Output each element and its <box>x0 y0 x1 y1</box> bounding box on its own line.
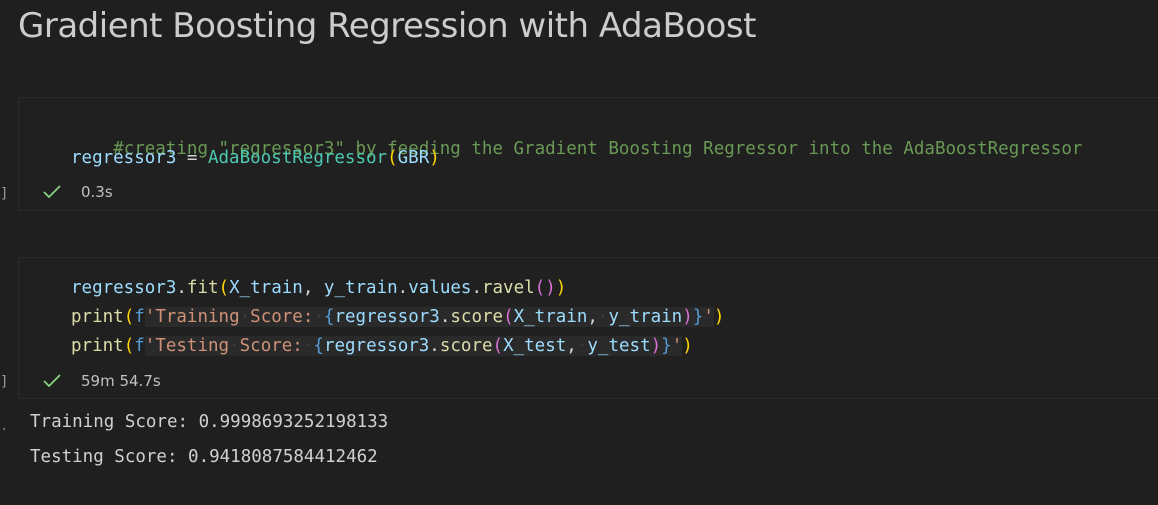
paren-token: () <box>534 278 556 298</box>
variable-token: regressor3 <box>71 278 177 298</box>
argument-token: y_train <box>323 278 398 298</box>
paren-token: ) <box>713 307 725 327</box>
operator-token: = <box>176 148 208 168</box>
comma-token: , <box>566 336 577 356</box>
paren-token: ) <box>650 336 662 356</box>
string-token: ' <box>703 307 714 327</box>
argument-token: GBR <box>397 148 430 168</box>
method-token: fit <box>186 278 219 298</box>
comma-token: , <box>587 307 598 327</box>
paren-token: ) <box>682 307 693 327</box>
code-line-assignment[interactable]: regressor3 = AdaBoostRegressor(GBR) <box>71 148 440 168</box>
paren-token: ( <box>387 148 398 168</box>
execution-time: 0.3s <box>81 183 113 201</box>
output-line-testing-score: Testing Score: 0.9418087584412462 <box>30 447 378 467</box>
argument-token: X_train <box>513 307 588 327</box>
argument-token: y_train <box>608 307 683 327</box>
dot-token: . <box>439 307 451 327</box>
variable-token: regressor3 <box>334 307 440 327</box>
argument-token: X_test <box>503 336 567 356</box>
cell-2-execution-bracket: ] <box>0 374 9 390</box>
dot-token: . <box>429 336 440 356</box>
cell-2-status: 59m 54.7s <box>43 372 161 390</box>
code-cell-1[interactable]: #creating "regressor3" by feeding the Gr… <box>18 97 1158 211</box>
variable-token: regressor3 <box>71 148 177 168</box>
code-cell-2[interactable]: regressor3.fit(X_train, y_train.values.r… <box>18 257 1158 399</box>
code-line-fit[interactable]: regressor3.fit(X_train, y_train.values.r… <box>71 278 566 298</box>
check-icon <box>43 374 61 388</box>
check-icon <box>43 185 61 199</box>
string-token: Score: <box>250 307 314 327</box>
brace-token: } <box>692 307 704 327</box>
comma-token: , <box>302 278 324 298</box>
method-token: score <box>450 307 504 327</box>
argument-token: y_test <box>587 336 651 356</box>
variable-token: regressor3 <box>323 336 430 356</box>
function-token: print <box>71 307 124 327</box>
dot-token: . <box>471 278 482 298</box>
code-line-print-testing[interactable]: print(f'Testing·Score:·{regressor3.score… <box>71 336 693 356</box>
paren-token: ) <box>682 336 693 356</box>
paren-token: ) <box>555 278 567 298</box>
fstring-prefix-token: f <box>134 336 145 356</box>
cell-1-execution-bracket: ] <box>0 186 9 202</box>
argument-token: X_train <box>229 278 303 298</box>
string-token: Score: <box>239 336 303 356</box>
paren-token: ( <box>503 307 514 327</box>
string-token: 'Training <box>144 307 240 327</box>
cell-1-status: 0.3s <box>43 183 113 201</box>
output-marker: . <box>0 418 9 434</box>
paren-token: ( <box>218 278 230 298</box>
output-line-training-score: Training Score: 0.9998693252198133 <box>30 412 389 432</box>
paren-token: ( <box>123 307 135 327</box>
paren-token: ( <box>123 336 135 356</box>
string-token: 'Testing <box>144 336 230 356</box>
markdown-heading: Gradient Boosting Regression with AdaBoo… <box>18 6 756 46</box>
execution-time: 59m 54.7s <box>81 372 161 390</box>
brace-token: { <box>323 307 335 327</box>
class-token: AdaBoostRegressor <box>207 148 388 168</box>
dot-token: . <box>397 278 409 298</box>
brace-token: } <box>661 336 672 356</box>
brace-token: { <box>313 336 324 356</box>
method-token: score <box>439 336 493 356</box>
paren-token: ( <box>492 336 504 356</box>
string-token: ' <box>671 336 683 356</box>
paren-token: ) <box>429 148 440 168</box>
dot-token: . <box>176 278 187 298</box>
method-token: ravel <box>481 278 535 298</box>
attribute-token: values <box>408 278 472 298</box>
function-token: print <box>71 336 124 356</box>
code-line-print-training[interactable]: print(f'Training·Score:·{regressor3.scor… <box>71 307 724 327</box>
fstring-prefix-token: f <box>134 307 145 327</box>
